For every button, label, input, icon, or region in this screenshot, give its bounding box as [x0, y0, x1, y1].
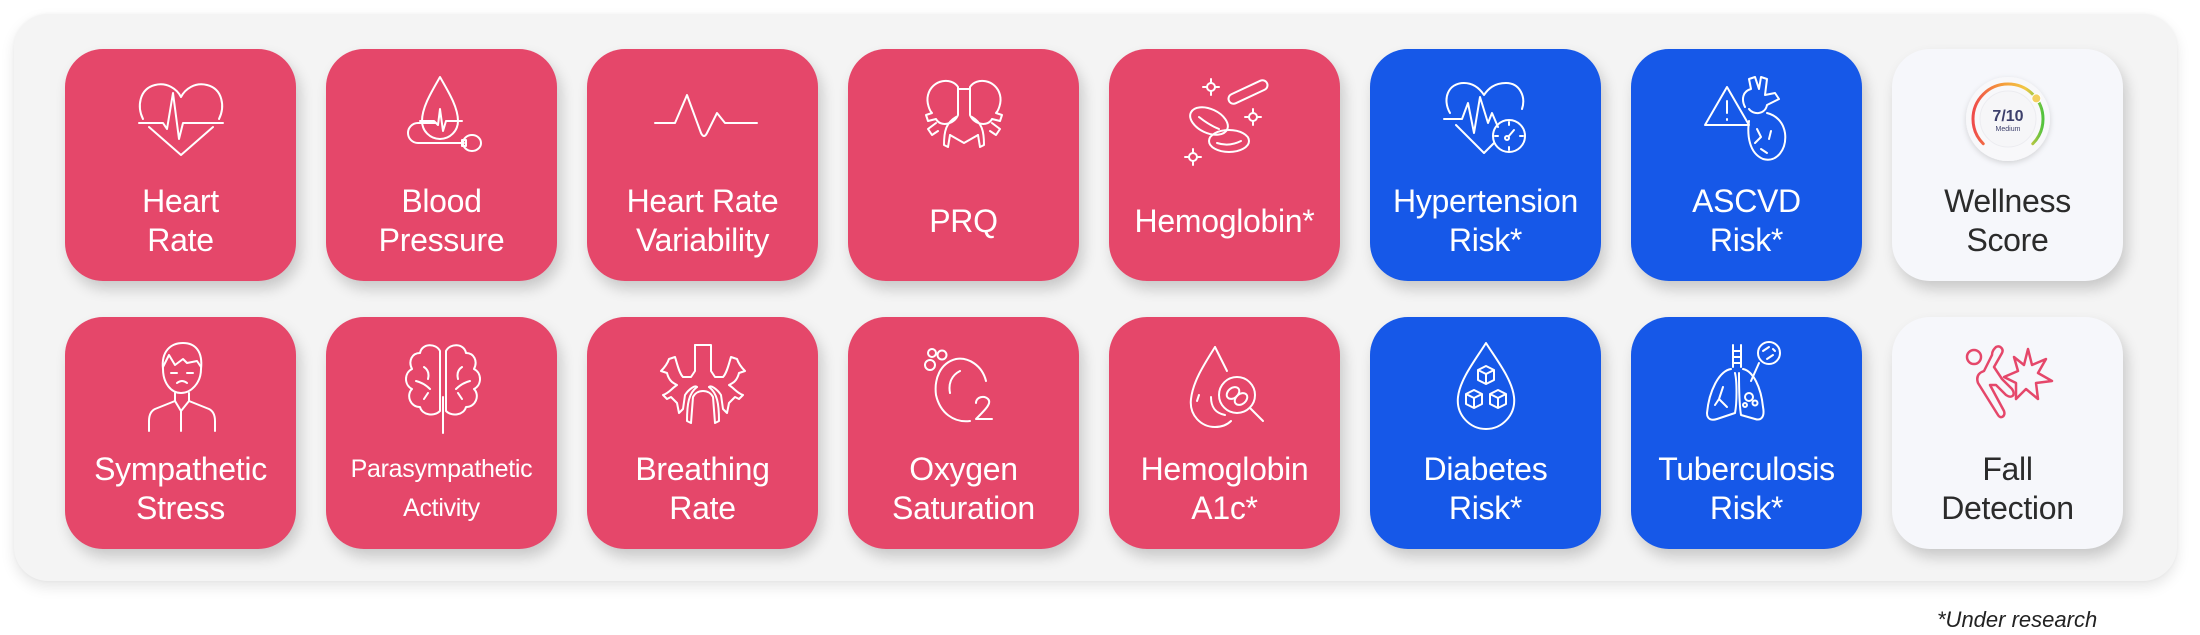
heart-gauge-icon [1436, 69, 1536, 169]
card-sympathetic-stress[interactable]: Sympathetic Stress [65, 317, 296, 549]
card-label: Tuberculosis Risk* [1658, 451, 1835, 526]
blood-drop-magnifier-icon [1175, 337, 1275, 437]
heart-warning-icon [1697, 69, 1797, 169]
card-label: Sympathetic Stress [94, 451, 267, 526]
card-label: Oxygen Saturation [892, 451, 1035, 526]
gauge-level-text: Medium [1995, 126, 2020, 133]
card-label: Fall Detection [1941, 451, 2074, 526]
card-label: Parasympathetic Activity [350, 455, 533, 522]
card-hemoglobin-a1c[interactable]: Hemoglobin A1c* [1109, 317, 1340, 549]
card-diabetes-risk[interactable]: Diabetes Risk* [1370, 317, 1601, 549]
card-heart-rate[interactable]: Heart Rate [65, 49, 296, 281]
card-label: Blood Pressure [378, 183, 505, 258]
brain-icon [392, 337, 492, 437]
blood-cells-icon [1175, 69, 1275, 169]
gauge-indicator [2030, 93, 2041, 104]
card-tuberculosis-risk[interactable]: Tuberculosis Risk* [1631, 317, 1862, 549]
card-label: ASCVD Risk* [1692, 183, 1801, 258]
card-label: Diabetes Risk* [1423, 451, 1548, 526]
gauge-value-text: 7/10 [1992, 108, 2023, 125]
falling-person-icon [1958, 337, 2058, 437]
footnote-under-research: *Under research [1937, 607, 2098, 632]
card-oxygen-saturation[interactable]: Oxygen Saturation [848, 317, 1079, 549]
card-wellness-score[interactable]: 7/10 Medium Wellness Score [1892, 49, 2123, 281]
card-label: Hypertension Risk* [1393, 183, 1578, 258]
card-label: Wellness Score [1944, 183, 2071, 258]
lungs-icon [914, 69, 1014, 169]
card-hemoglobin[interactable]: Hemoglobin* [1109, 49, 1340, 281]
card-ascvd-risk[interactable]: ASCVD Risk* [1631, 49, 1862, 281]
card-label: Hemoglobin A1c* [1140, 451, 1309, 526]
card-heart-rate-variability[interactable]: Heart Rate Variability [587, 49, 818, 281]
oxygen-o2-icon [914, 337, 1014, 437]
card-label: Heart Rate [142, 183, 219, 258]
score-gauge-icon: 7/10 Medium [1958, 69, 2058, 169]
blood-pressure-drop-icon [392, 69, 492, 169]
lungs-bacteria-icon [1697, 337, 1797, 437]
bronchi-icon [653, 337, 753, 437]
waveform-icon [653, 69, 758, 169]
card-label: PRQ [929, 202, 998, 239]
sugar-cubes-drop-icon [1436, 337, 1536, 437]
card-label: Heart Rate Variability [626, 183, 779, 258]
card-breathing-rate[interactable]: Breathing Rate [587, 317, 818, 549]
stressed-person-icon [131, 337, 231, 437]
heart-pulse-icon [131, 69, 231, 169]
card-blood-pressure[interactable]: Blood Pressure [326, 49, 557, 281]
card-fall-detection[interactable]: Fall Detection [1892, 317, 2123, 549]
card-label: Hemoglobin* [1134, 202, 1315, 239]
card-parasympathetic-activity[interactable]: Parasympathetic Activity [326, 317, 557, 549]
card-hypertension-risk[interactable]: Hypertension Risk* [1370, 49, 1601, 281]
card-prq[interactable]: PRQ [848, 49, 1079, 281]
card-label: Breathing Rate [635, 451, 770, 526]
